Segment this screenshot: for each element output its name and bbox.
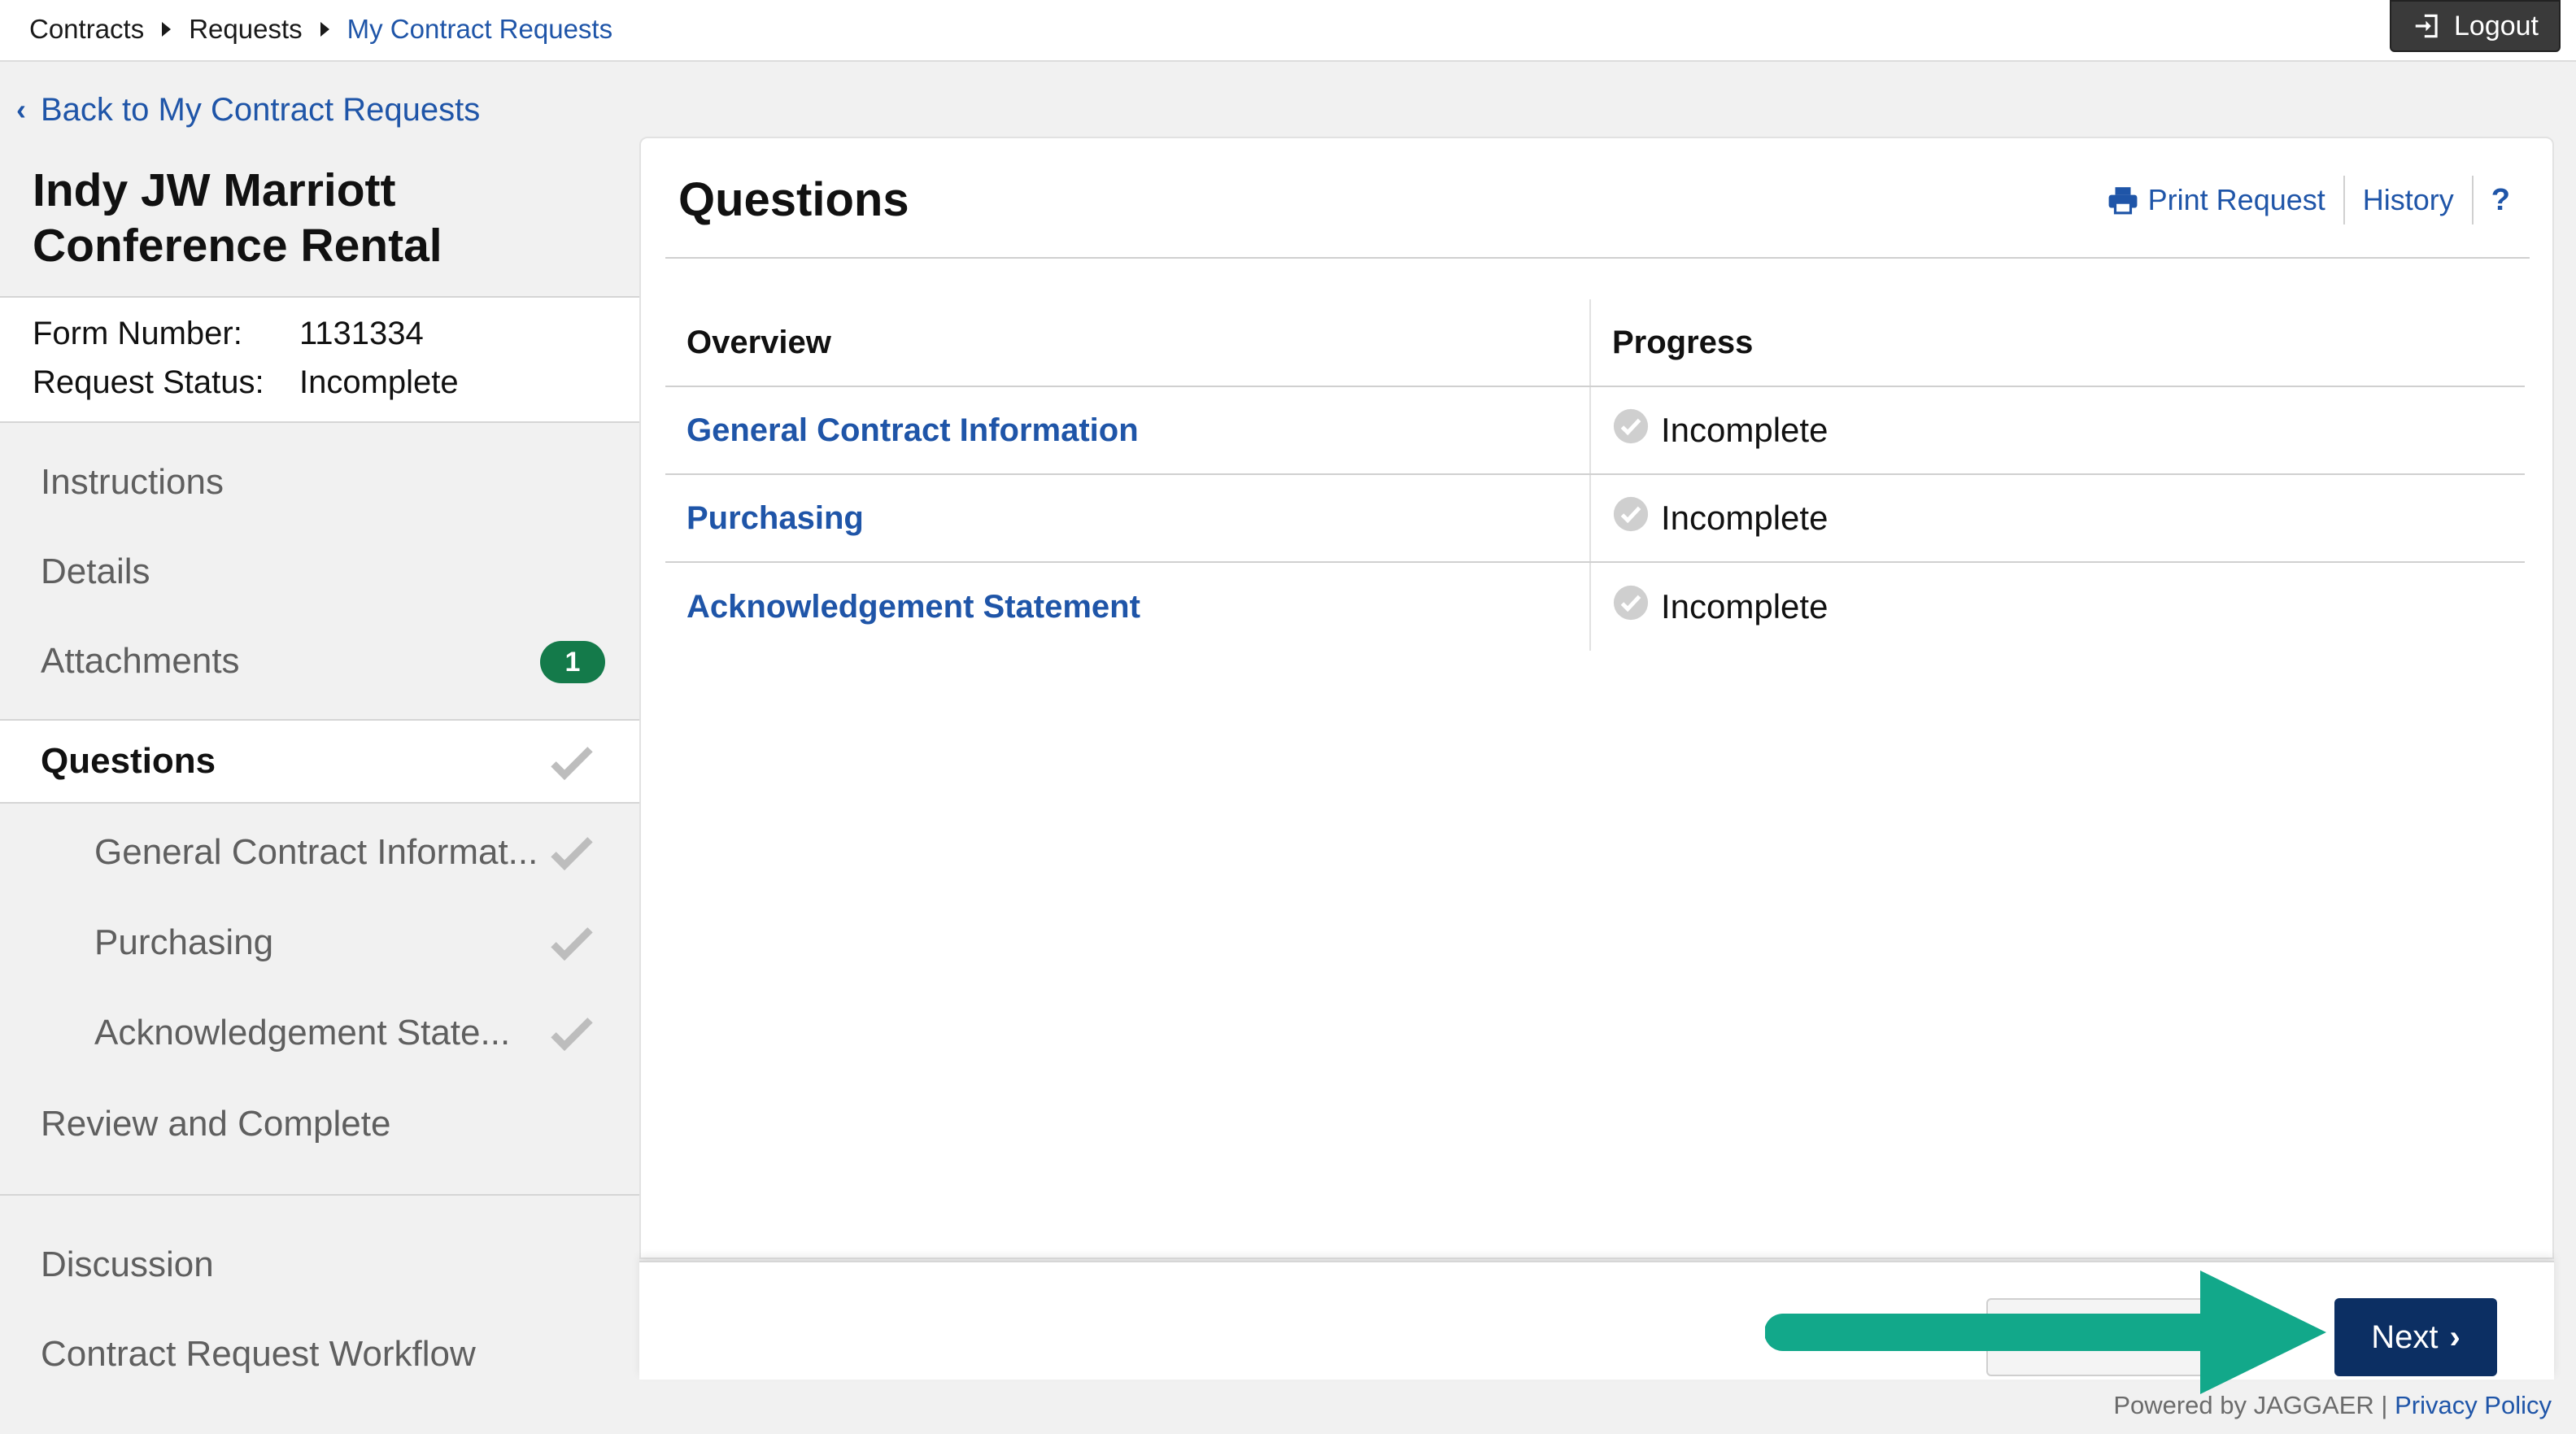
- logout-button[interactable]: Logout: [2390, 0, 2561, 52]
- sidebar-item-instructions[interactable]: Instructions: [0, 438, 639, 527]
- overview-table: Overview Progress General Contract Infor…: [665, 299, 2525, 651]
- printer-icon: [2108, 187, 2138, 215]
- sidebar-item-label: Attachments: [41, 641, 240, 681]
- form-number-value: 1131334: [299, 316, 424, 351]
- next-label: Next: [2371, 1318, 2439, 1355]
- table-row: Acknowledgement Statement Incomplete: [665, 563, 2525, 651]
- annotation-arrow-icon: [1765, 1271, 2326, 1394]
- progress-status: Incomplete: [1661, 411, 1828, 449]
- sidebar-item-purchasing[interactable]: Purchasing: [0, 898, 639, 987]
- sidebar-item-questions[interactable]: Questions: [0, 719, 639, 804]
- help-link[interactable]: ?: [2471, 176, 2528, 224]
- sidebar-item-label: Acknowledgement State...: [94, 1013, 511, 1053]
- title-divider: [665, 257, 2530, 259]
- sidebar-item-label: Discussion: [41, 1244, 214, 1284]
- checkmark-icon: [551, 837, 593, 871]
- top-bar: Contracts Requests My Contract Requests …: [0, 0, 2576, 62]
- powered-by-text: Powered by JAGGAER |: [2113, 1391, 2388, 1419]
- history-label: History: [2362, 183, 2454, 216]
- breadcrumb-separator-icon: [162, 22, 172, 37]
- breadcrumb: Contracts Requests My Contract Requests: [29, 11, 612, 47]
- sidebar-item-label: Purchasing: [94, 922, 274, 962]
- progress-status: Incomplete: [1661, 499, 1828, 537]
- help-icon: ?: [2491, 182, 2510, 217]
- sidebar-item-label: Review and Complete: [41, 1104, 391, 1144]
- sidebar-item-label: Details: [41, 551, 150, 591]
- purchasing-link[interactable]: Purchasing: [686, 500, 864, 537]
- back-link-label: Back to My Contract Requests: [41, 91, 481, 128]
- incomplete-check-icon: [1613, 585, 1649, 621]
- sidebar-item-label: Contract Request Workflow: [41, 1334, 476, 1374]
- print-request-label: Print Request: [2147, 183, 2325, 216]
- sidebar-item-label: Questions: [41, 741, 216, 781]
- logout-icon: [2415, 14, 2438, 38]
- chevron-right-icon: ›: [2449, 1318, 2460, 1355]
- history-link[interactable]: History: [2343, 176, 2472, 224]
- form-number-label: Form Number:: [33, 316, 242, 351]
- sidebar-divider: [0, 1194, 639, 1196]
- form-number-row: Form Number: 1131334: [33, 316, 424, 352]
- logout-label: Logout: [2454, 10, 2539, 41]
- attachments-count-badge: 1: [540, 641, 605, 683]
- sidebar-item-details[interactable]: Details: [0, 527, 639, 617]
- sidebar-item-contract-request-workflow[interactable]: Contract Request Workflow: [0, 1310, 639, 1399]
- breadcrumb-contracts[interactable]: Contracts: [29, 14, 144, 45]
- privacy-policy-link[interactable]: Privacy Policy: [2395, 1391, 2552, 1419]
- sidebar-item-label: Instructions: [41, 462, 224, 502]
- breadcrumb-separator-icon: [320, 22, 329, 37]
- checkmark-icon: [551, 1018, 593, 1052]
- request-meta: Form Number: 1131334 Request Status: Incom…: [0, 296, 639, 423]
- table-row: Purchasing Incomplete: [665, 475, 2525, 563]
- request-status-label: Request Status:: [33, 364, 264, 400]
- print-request-link[interactable]: Print Request: [2090, 176, 2343, 224]
- powered-by-footer: Powered by JAGGAER | Privacy Policy: [2113, 1391, 2552, 1420]
- checkmark-icon: [551, 747, 593, 781]
- column-header-overview: Overview: [665, 299, 1591, 386]
- sidebar-item-review-and-complete[interactable]: Review and Complete: [0, 1079, 639, 1169]
- request-status-row: Request Status: Incomplete: [33, 364, 459, 401]
- sidebar-item-discussion[interactable]: Discussion: [0, 1220, 639, 1310]
- questions-panel: Questions Print Request History ? Overvi…: [639, 137, 2554, 1259]
- sidebar-item-label: General Contract Informat...: [94, 832, 538, 872]
- next-button[interactable]: Next ›: [2334, 1298, 2497, 1376]
- table-row: General Contract Information Incomplete: [665, 387, 2525, 475]
- table-header: Overview Progress: [665, 299, 2525, 387]
- sidebar-item-attachments[interactable]: Attachments 1: [0, 617, 639, 706]
- incomplete-check-icon: [1613, 496, 1649, 532]
- request-title: Indy JW Marriott Conference Rental: [33, 164, 442, 272]
- column-header-progress: Progress: [1612, 324, 1754, 360]
- progress-status: Incomplete: [1661, 587, 1828, 625]
- incomplete-check-icon: [1613, 408, 1649, 444]
- breadcrumb-my-contract-requests[interactable]: My Contract Requests: [347, 14, 612, 45]
- sidebar-item-general-contract-information[interactable]: General Contract Informat...: [0, 808, 639, 897]
- general-contract-information-link[interactable]: General Contract Information: [686, 412, 1139, 449]
- breadcrumb-requests[interactable]: Requests: [189, 14, 302, 45]
- chevron-left-icon: ‹: [16, 93, 26, 126]
- checkmark-icon: [551, 927, 593, 961]
- request-status-value: Incomplete: [299, 364, 459, 400]
- back-to-my-contract-requests-link[interactable]: ‹ Back to My Contract Requests: [16, 89, 480, 130]
- panel-actions: Print Request History ?: [2090, 176, 2528, 224]
- acknowledgement-statement-link[interactable]: Acknowledgement Statement: [686, 589, 1140, 625]
- page-title: Questions: [678, 173, 909, 226]
- sidebar-item-acknowledgement-statement[interactable]: Acknowledgement State...: [0, 988, 639, 1078]
